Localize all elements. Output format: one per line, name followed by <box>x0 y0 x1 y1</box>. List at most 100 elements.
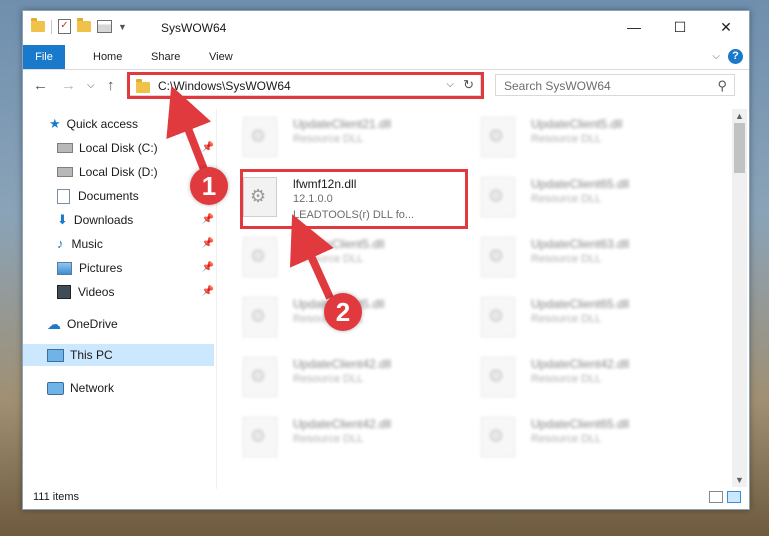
pin-icon[interactable]: 📌 <box>202 209 214 231</box>
nav-label: Music <box>71 237 103 251</box>
file-name: UpdateClient21.dll <box>293 117 392 131</box>
minimize-button[interactable]: — <box>611 11 657 43</box>
document-icon <box>57 188 70 204</box>
cloud-icon: ☁ <box>47 316 61 332</box>
window-controls: — ☐ ✕ <box>611 11 749 43</box>
tab-home[interactable]: Home <box>93 45 122 69</box>
music-icon: ♪ <box>57 236 64 251</box>
nav-this-pc[interactable]: This PC <box>23 344 214 366</box>
view-toggle <box>709 491 741 503</box>
file-name: UpdateClient65.dll <box>531 297 630 311</box>
list-item[interactable]: UpdateClient42.dll Resource DLL <box>465 349 695 401</box>
nav-quick-access[interactable]: ★ Quick access <box>49 113 214 135</box>
pin-icon[interactable]: 📌 <box>202 233 214 255</box>
gear-icon <box>243 297 277 337</box>
file-name: UpdateClient42.dll <box>293 417 392 431</box>
nav-label: Quick access <box>66 117 139 131</box>
nav-label: OneDrive <box>67 317 118 331</box>
drive-icon <box>57 143 73 153</box>
gear-icon <box>243 117 277 157</box>
ribbon-right: ⌵ ? <box>712 49 743 64</box>
gear-icon <box>243 357 277 397</box>
new-folder-icon[interactable] <box>77 18 91 32</box>
pin-icon[interactable]: 📌 <box>202 137 214 159</box>
chevron-down-icon[interactable]: ▼ <box>118 22 127 32</box>
forward-arrow-icon[interactable]: → <box>61 77 76 94</box>
item-count: 111 items <box>33 491 80 503</box>
file-list: UpdateClient21.dll Resource DLL UpdateCl… <box>223 109 733 489</box>
address-highlight-box <box>127 72 484 99</box>
details-view-icon[interactable] <box>709 491 723 503</box>
list-item[interactable]: UpdateClient5.dll Resource DLL <box>227 229 457 281</box>
scroll-up-icon[interactable]: ▲ <box>735 111 744 121</box>
list-item[interactable]: UpdateClient63.dll Resource DLL <box>465 229 695 281</box>
file-type: Resource DLL <box>531 433 602 445</box>
back-arrow-icon[interactable]: ← <box>33 77 48 94</box>
list-item[interactable]: UpdateClient42.dll Resource DLL <box>227 349 457 401</box>
gear-icon <box>481 357 515 397</box>
file-name: UpdateClient42.dll <box>531 357 630 371</box>
search-icon[interactable]: ⚲ <box>717 78 727 94</box>
list-item[interactable]: UpdateClient21.dll Resource DLL <box>227 109 457 161</box>
list-item[interactable]: UpdateClient65.dll Resource DLL <box>465 169 695 221</box>
file-name: UpdateClient63.dll <box>531 237 630 251</box>
nav-downloads[interactable]: ⬇ Downloads 📌 <box>57 209 214 231</box>
gear-icon <box>243 417 277 457</box>
tab-share[interactable]: Share <box>151 45 180 69</box>
nav-label: Pictures <box>79 261 123 275</box>
file-name: UpdateClient65.dll <box>531 417 630 431</box>
list-item[interactable]: UpdateClient65.dll Resource DLL <box>465 409 695 461</box>
window-title: SysWOW64 <box>161 21 227 35</box>
tab-view[interactable]: View <box>209 45 233 69</box>
scroll-down-icon[interactable]: ▼ <box>735 475 744 485</box>
network-icon <box>47 381 64 395</box>
pin-icon[interactable]: 📌 <box>202 281 214 303</box>
search-placeholder: Search SysWOW64 <box>504 79 611 93</box>
file-type: Resource DLL <box>531 133 602 145</box>
nav-label: Videos <box>78 285 115 299</box>
file-name: UpdateClient5.dll <box>531 117 623 131</box>
file-type: Resource DLL <box>531 373 602 385</box>
nav-network[interactable]: Network <box>47 377 214 399</box>
star-icon: ★ <box>49 116 61 131</box>
up-arrow-icon[interactable]: ↑ <box>107 77 115 94</box>
navigation-pane: ★ Quick access Local Disk (C:) 📌 Local D… <box>23 109 217 489</box>
large-icons-view-icon[interactable] <box>727 491 741 503</box>
nav-pictures[interactable]: Pictures 📌 <box>57 257 214 279</box>
nav-label: Local Disk (D:) <box>79 165 158 179</box>
picture-icon <box>57 261 72 275</box>
tab-file[interactable]: File <box>23 45 65 69</box>
nav-onedrive[interactable]: ☁ OneDrive <box>47 313 214 335</box>
nav-videos[interactable]: Videos 📌 <box>57 281 214 303</box>
file-name: UpdateClient42.dll <box>293 357 392 371</box>
vertical-scrollbar[interactable]: ▲ ▼ <box>732 109 747 487</box>
gear-icon <box>481 237 515 277</box>
step-two-badge: 2 <box>324 293 362 331</box>
file-type: Resource DLL <box>293 373 364 385</box>
folder-icon <box>31 18 45 32</box>
properties-icon[interactable] <box>97 20 112 33</box>
nav-music[interactable]: ♪ Music 📌 <box>57 233 214 255</box>
file-type: Resource DLL <box>293 253 364 265</box>
expand-ribbon-icon[interactable]: ⌵ <box>712 51 720 62</box>
gear-icon <box>481 417 515 457</box>
list-item[interactable]: UpdateClient65.dll Resource DLL <box>465 289 695 341</box>
maximize-button[interactable]: ☐ <box>657 11 703 43</box>
pin-icon[interactable]: 📌 <box>202 257 214 279</box>
checkmark-icon[interactable]: ✓ <box>58 19 71 34</box>
status-bar: 111 items <box>23 487 749 509</box>
list-item[interactable]: UpdateClient42.dll Resource DLL <box>227 409 457 461</box>
file-name: UpdateClient5.dll <box>293 237 385 251</box>
file-name: UpdateClient65.dll <box>531 177 630 191</box>
nav-local-disk-c[interactable]: Local Disk (C:) 📌 <box>57 137 214 159</box>
gear-icon <box>481 297 515 337</box>
close-button[interactable]: ✕ <box>703 11 749 43</box>
help-icon[interactable]: ? <box>728 49 743 64</box>
nav-label: This PC <box>70 348 113 362</box>
search-box[interactable]: Search SysWOW64 ⚲ <box>495 74 735 96</box>
file-type: Resource DLL <box>531 313 602 325</box>
scrollbar-thumb[interactable] <box>734 123 745 173</box>
nav-label: Documents <box>78 189 139 203</box>
recent-locations-icon[interactable]: ⌵ <box>87 80 95 91</box>
list-item[interactable]: UpdateClient5.dll Resource DLL <box>465 109 695 161</box>
